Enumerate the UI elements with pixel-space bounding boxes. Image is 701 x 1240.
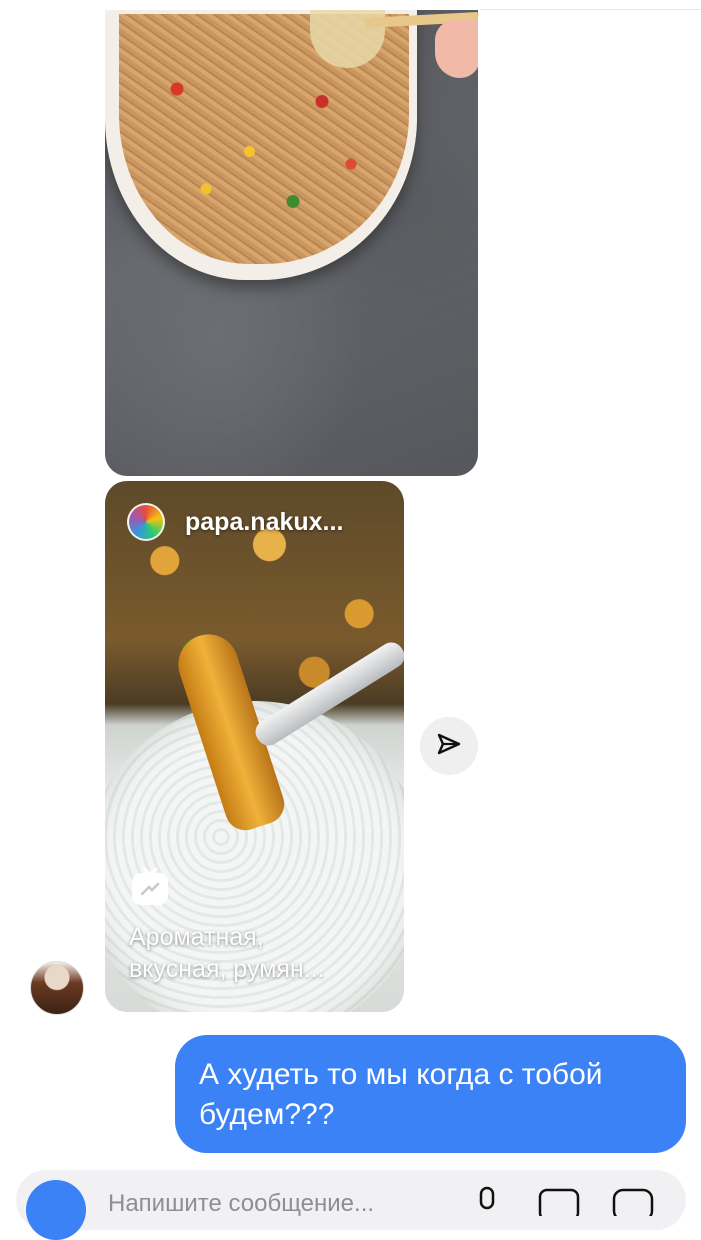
shared-reel-card[interactable]: papa.nakux... Ароматная, вкусная, румян.… [105, 481, 404, 1012]
message-input-placeholder[interactable]: Напишите сообщение... [108, 1190, 374, 1218]
share-reel-button[interactable] [420, 717, 478, 775]
shared-post-image[interactable] [105, 10, 478, 476]
reels-icon [129, 866, 171, 908]
reel-caption: Ароматная, вкусная, румян... [129, 921, 394, 985]
camera-button[interactable] [26, 1180, 86, 1240]
reel-author-username[interactable]: papa.nakux... [185, 508, 343, 537]
paper-plane-icon [436, 731, 462, 762]
reel-caption-line-1: Ароматная, [129, 923, 264, 951]
gallery-icon[interactable] [536, 1186, 582, 1222]
hand-image [435, 20, 478, 78]
sender-avatar[interactable] [30, 961, 84, 1015]
sticker-icon[interactable] [610, 1186, 656, 1222]
outgoing-message-text: А худеть то мы когда с тобой будем??? [199, 1058, 603, 1131]
reel-author-avatar[interactable] [127, 503, 165, 541]
reel-caption-line-2: вкусная, румян... [129, 955, 325, 983]
outgoing-message-bubble[interactable]: А худеть то мы когда с тобой будем??? [175, 1035, 686, 1153]
header-divider [480, 9, 701, 10]
reel-header[interactable]: papa.nakux... [127, 503, 343, 541]
mic-icon[interactable] [470, 1186, 504, 1216]
